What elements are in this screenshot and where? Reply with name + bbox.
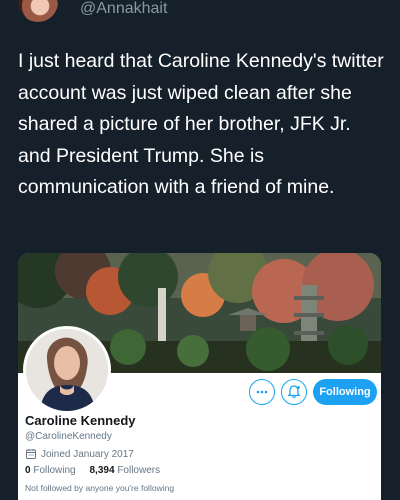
author-handle[interactable]: @Annakhait — [80, 0, 167, 18]
more-button[interactable] — [249, 379, 275, 405]
followers-count-link[interactable]: 8,394 Followers — [90, 465, 161, 476]
joined-label: Joined January 2017 — [41, 448, 134, 460]
author-avatar[interactable] — [18, 0, 58, 22]
followers-count: 8,394 — [89, 465, 115, 476]
following-count-label: Following — [33, 465, 76, 476]
profile-username: @CarolineKennedy — [25, 431, 112, 442]
bell-plus-icon — [287, 385, 301, 398]
following-count-link[interactable]: 0 Following — [25, 465, 78, 476]
joined-date: Joined January 2017 — [25, 448, 134, 460]
tweet-text: I just heard that Caroline Kennedy's twi… — [18, 50, 384, 198]
followers-count-label: Followers — [117, 465, 161, 476]
profile-name: Caroline Kennedy — [25, 413, 136, 428]
more-icon — [256, 390, 268, 394]
follow-counts: 0 Following 8,394 Followers — [25, 465, 160, 476]
notifications-button[interactable] — [281, 379, 307, 405]
profile-avatar-image — [26, 329, 108, 411]
profile-card[interactable]: Following Caroline Kennedy @CarolineKenn… — [18, 253, 381, 500]
following-button[interactable]: Following — [313, 379, 377, 405]
profile-avatar[interactable] — [23, 326, 111, 414]
calendar-icon — [26, 449, 36, 459]
following-count: 0 — [25, 465, 31, 476]
not-followed-note: Not followed by anyone you're following — [25, 483, 175, 493]
